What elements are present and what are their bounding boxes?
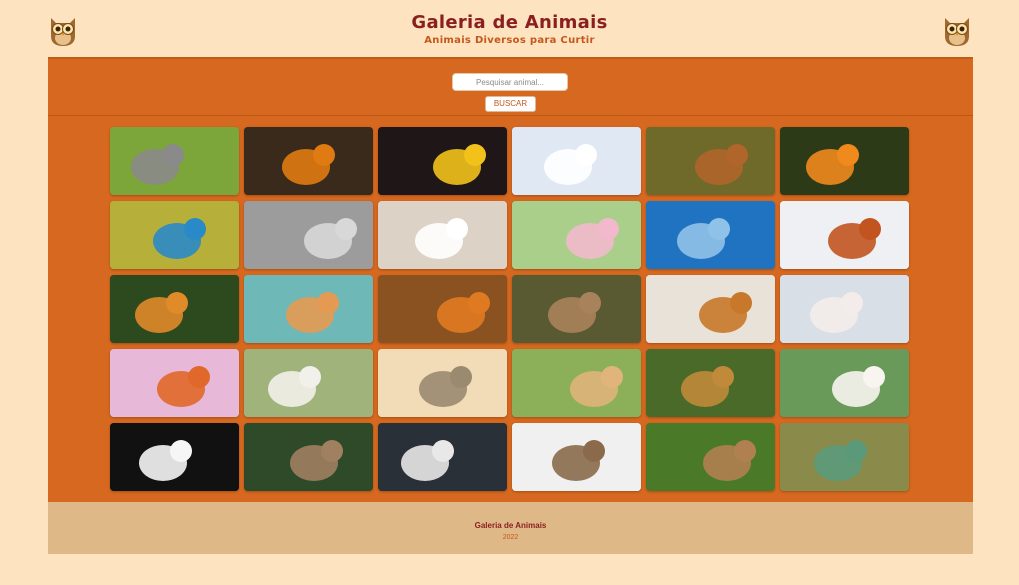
gallery-image-nuthatch-blossom[interactable] <box>512 201 641 269</box>
gallery-image-bird-blossom[interactable] <box>780 349 909 417</box>
page-title: Galeria de Animais <box>411 12 608 33</box>
gallery-image-tiger-snow[interactable] <box>646 275 775 343</box>
gallery-image-arctic-fox[interactable] <box>512 127 641 195</box>
gallery-image-hummingbird[interactable] <box>780 423 909 491</box>
gallery-image-kitten[interactable] <box>110 127 239 195</box>
gallery-image-tabby-kitten[interactable] <box>378 349 507 417</box>
footer-title: Galeria de Animais <box>474 521 547 530</box>
gallery-image-swan[interactable] <box>110 423 239 491</box>
gallery-image-white-dove[interactable] <box>378 201 507 269</box>
footer-year: 2022 <box>502 534 519 541</box>
gallery-image-orange-cat[interactable] <box>244 275 373 343</box>
gallery-image-macaw[interactable] <box>378 127 507 195</box>
gallery-image-white-horse[interactable] <box>780 275 909 343</box>
page-header: Galeria de Animais Animais Diversos para… <box>0 0 1019 57</box>
gallery-image-sleeping-fox[interactable] <box>646 127 775 195</box>
gallery-image-lion[interactable] <box>646 349 775 417</box>
gallery-image-tiger-water[interactable] <box>110 275 239 343</box>
gallery-image-deer-forest[interactable] <box>244 423 373 491</box>
image-grid <box>110 127 909 491</box>
search-input[interactable] <box>452 73 568 91</box>
gallery-image-robin-blossom[interactable] <box>110 349 239 417</box>
gallery-image-fox-autumn[interactable] <box>378 275 507 343</box>
page-footer: Galeria de Animais 2022 <box>48 502 973 554</box>
gallery-image-orange-flowers-butterfly[interactable] <box>780 127 909 195</box>
gallery-image-golden-retriever[interactable] <box>512 349 641 417</box>
gallery-image-dolphin[interactable] <box>646 201 775 269</box>
gallery-image-owl[interactable] <box>244 127 373 195</box>
gallery-image-red-fox-snow[interactable] <box>780 201 909 269</box>
gallery-image-kingfisher[interactable] <box>110 201 239 269</box>
page-subtitle: Animais Diversos para Curtir <box>424 35 595 46</box>
gallery-image-puppy[interactable] <box>244 349 373 417</box>
gallery-image-grey-cat[interactable] <box>244 201 373 269</box>
search-button[interactable]: BUSCAR <box>485 96 536 112</box>
gallery-image-fawn[interactable] <box>646 423 775 491</box>
search-bar: BUSCAR <box>48 59 973 116</box>
gallery-section: BUSCAR <box>48 57 973 504</box>
gallery-image-deer[interactable] <box>512 275 641 343</box>
gallery-image-cat-peeking[interactable] <box>378 423 507 491</box>
gallery-image-hedgehog[interactable] <box>512 423 641 491</box>
